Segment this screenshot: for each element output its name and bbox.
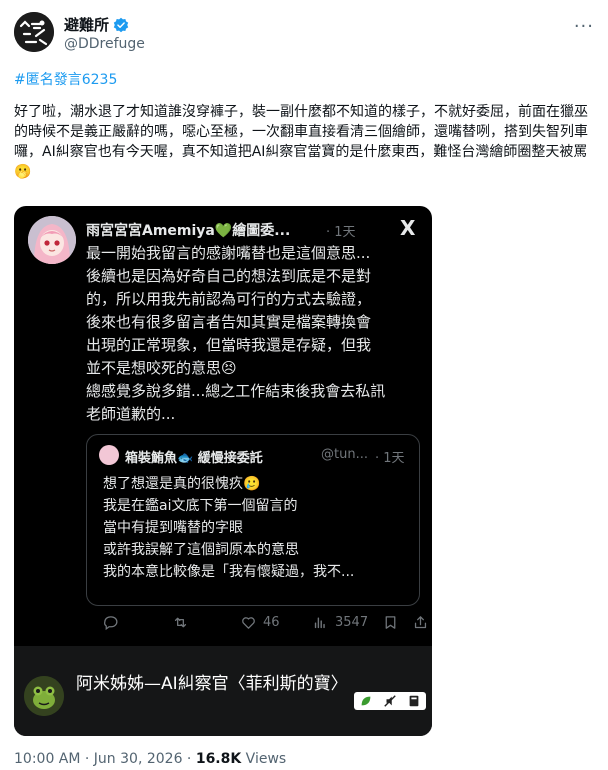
quoted-line: 當中有提到嘴替的字眼: [103, 520, 243, 536]
screenshot-bottom-bar: 阿米姊姊—AI糾察官〈菲利斯的寶〉: [14, 646, 432, 736]
views-count: 3547: [335, 615, 369, 630]
verified-badge-icon: [113, 17, 129, 32]
quoted-line: 我是在鑑ai文底下第一個留言的: [103, 498, 298, 514]
screenshot-line: 並不是想咬死的意思😣: [86, 359, 237, 377]
like-count: 46: [263, 615, 280, 630]
quoted-line: 我的本意比較像是「我有懷疑過，我不...: [103, 564, 355, 580]
x-logo-icon: X: [400, 216, 416, 240]
screenshot-line: 老師道歉的...: [86, 405, 176, 423]
quoted-line: 想了想還是真的很愧疚🥲: [103, 476, 261, 492]
screenshot-line: 最一開始我留言的感謝嘴替也是這個意思...: [86, 244, 371, 262]
hashtag-link[interactable]: #匿名發言6235: [14, 69, 117, 89]
screenshot-line: 總感覺多說多錯...總之工作結束後我會去私訊: [86, 382, 386, 400]
more-options-icon[interactable]: ···: [574, 16, 594, 37]
bookmark-icon: [382, 614, 399, 631]
author-display-name[interactable]: 避難所: [64, 14, 109, 35]
tweet-body-text: 好了啦，潮水退了才知道誰沒穿褲子，裝一副什麼都不知道的樣子，不就好委屈，前面在獵…: [14, 104, 588, 180]
quoted-tweet: 箱裝鮪魚🐟 緩慢接委託 @tun... · 1天 想了想還是真的很愧疚🥲 我是在…: [86, 434, 420, 606]
views-count-total: 16.8K: [195, 751, 242, 767]
views-icon: 3547: [312, 614, 368, 631]
screenshot-action-bar: 46 3547: [86, 612, 429, 636]
screenshot-line: 的，所以用我先前認為可行的方式去驗證，: [86, 290, 372, 308]
mute-icon: [384, 695, 396, 707]
frog-avatar-icon: [24, 676, 64, 716]
screenshot-author-name: 雨宮宮宮Amemiya💚繪圖委...: [86, 223, 291, 239]
reply-icon: [102, 614, 119, 631]
book-icon: [409, 695, 419, 707]
leaf-icon: [361, 696, 371, 706]
screenshot-line: 出現的正常現象，但當時我還是存疑，但我: [86, 336, 372, 354]
quoted-time: · 1天: [375, 451, 405, 466]
tweet-timestamp[interactable]: 10:00 AM · Jun 30, 2026 ·: [14, 751, 196, 767]
like-icon: 46: [240, 614, 280, 631]
author-handle[interactable]: @DDrefuge: [64, 36, 145, 52]
quoted-body: 想了想還是真的很愧疚🥲 我是在鑑ai文底下第一個留言的 當中有提到嘴替的字眼 或…: [103, 473, 354, 583]
tweet-header: 避難所 @DDrefuge ···: [14, 12, 594, 60]
quoted-line: 或許我誤解了這個詞原本的意思: [103, 542, 299, 558]
screenshot-time: · 1天: [326, 225, 356, 240]
tweet-meta: 10:00 AM · Jun 30, 2026 · 16.8K Views: [14, 751, 286, 767]
screenshot-line: 後續也是因為好奇自己的想法到底是不是對: [86, 267, 372, 285]
bottom-bar-buttons: [354, 692, 426, 710]
views-label: Views: [241, 751, 287, 767]
bottom-bar-caption: 阿米姊姊—AI糾察官〈菲利斯的寶〉: [76, 674, 348, 694]
screenshot-line: 後來也有很多留言者告知其實是檔案轉換會: [86, 313, 372, 331]
screenshot-body: 最一開始我留言的感謝嘴替也是這個意思... 後續也是因為好奇自己的想法到底是不是…: [86, 242, 426, 426]
retweet-icon: [172, 614, 189, 631]
quoted-author-handle: @tun...: [321, 447, 368, 462]
quoted-author-name: 箱裝鮪魚🐟 緩慢接委託: [125, 451, 263, 466]
author-avatar[interactable]: [14, 12, 54, 52]
screenshot-author-avatar: [28, 216, 76, 264]
share-icon: [412, 614, 429, 631]
quoted-author-avatar: [99, 445, 119, 465]
tweet-media-image[interactable]: 雨宮宮宮Amemiya💚繪圖委... · 1天 X 最一開始我留言的感謝嘴替也是…: [14, 206, 432, 736]
